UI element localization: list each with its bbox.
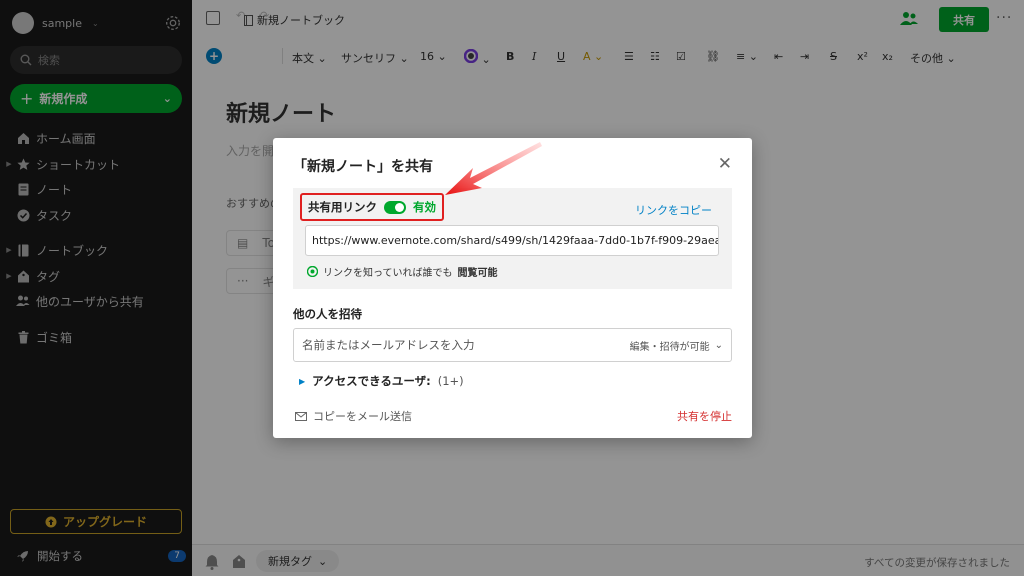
access-note: リンクを知っていれば誰でも 閲覧可能 — [307, 264, 498, 279]
share-link-label: 共有用リンク — [308, 200, 377, 214]
access-note-text: リンクを知っていれば誰でも — [323, 268, 453, 279]
chevron-down-icon: ⌄ — [714, 339, 723, 351]
email-copy-button[interactable]: コピーをメール送信 — [295, 408, 412, 424]
access-note-emphasis: 閲覧可能 — [457, 268, 498, 279]
invite-placeholder: 名前またはメールアドレスを入力 — [302, 338, 475, 352]
share-url-field[interactable]: https://www.evernote.com/shard/s499/sh/1… — [305, 225, 719, 256]
annotation-arrow — [445, 142, 542, 195]
invite-heading: 他の人を招待 — [293, 307, 362, 321]
access-users-count: (1+) — [437, 374, 464, 388]
stop-sharing-button[interactable]: 共有を停止 — [677, 408, 732, 424]
invite-input[interactable]: 名前またはメールアドレスを入力 編集・招待が可能 ⌄ — [293, 328, 732, 362]
access-users-label: アクセスできるユーザ: — [312, 374, 431, 388]
mail-icon — [295, 411, 307, 421]
expand-arrow-icon: ▶ — [299, 376, 306, 386]
access-users-toggle[interactable]: ▶ アクセスできるユーザ: (1+) — [299, 373, 464, 389]
share-link-panel: 共有用リンク 有効 リンクをコピー https://www.evernote.c… — [293, 188, 732, 289]
dialog-title: 「新規ノート」を共有 — [293, 159, 433, 175]
copy-link-button[interactable]: リンクをコピー — [635, 202, 712, 218]
share-link-toggle[interactable] — [384, 200, 406, 214]
email-copy-label: コピーをメール送信 — [313, 410, 412, 423]
close-icon[interactable]: ✕ — [718, 154, 732, 174]
share-link-toggle-group[interactable]: 共有用リンク 有効 — [300, 193, 444, 221]
permission-dropdown[interactable]: 編集・招待が可能 ⌄ — [630, 338, 723, 353]
share-link-status: 有効 — [413, 200, 436, 214]
eye-icon — [307, 266, 318, 277]
